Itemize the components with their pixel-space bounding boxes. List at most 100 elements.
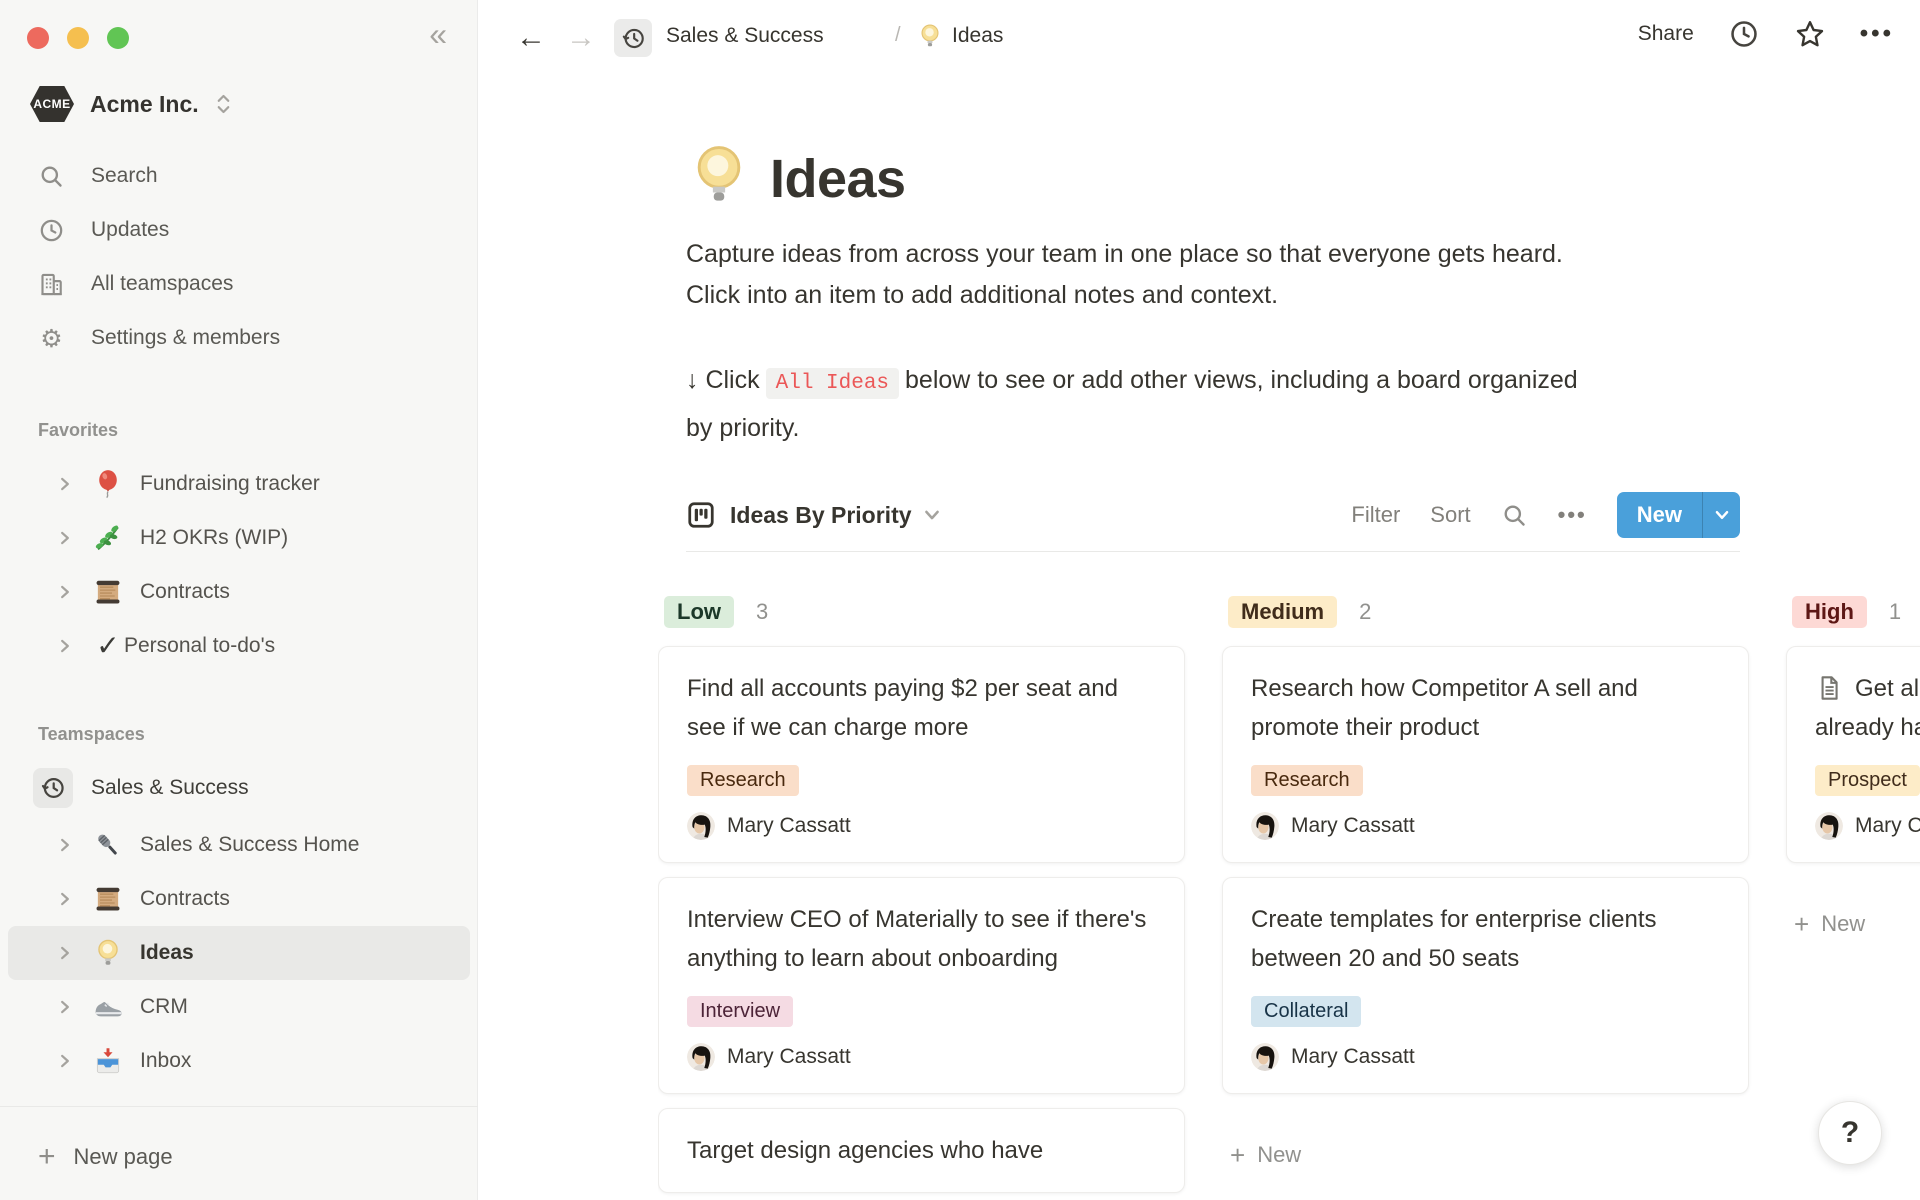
card-title: Create templates for enterprise clients … bbox=[1251, 900, 1720, 978]
microphone-icon bbox=[92, 829, 124, 861]
view-name[interactable]: Ideas By Priority bbox=[730, 502, 912, 529]
board-card[interactable]: Create templates for enterprise clients … bbox=[1222, 877, 1749, 1094]
chevron-right-icon[interactable] bbox=[56, 890, 74, 908]
inbox-tray-icon bbox=[92, 1045, 124, 1077]
favorite-star-icon[interactable] bbox=[1794, 18, 1826, 50]
tag-badge: Research bbox=[1251, 765, 1363, 796]
add-card-button[interactable]: + New bbox=[1786, 911, 1865, 937]
column-header-low[interactable]: Low 3 bbox=[658, 592, 1185, 632]
help-button[interactable]: ? bbox=[1818, 1101, 1882, 1165]
clock-arrow-icon bbox=[620, 25, 647, 52]
topbar: ← → Sales & Success / Ideas Share ••• bbox=[478, 0, 1920, 76]
scroll-icon bbox=[92, 883, 124, 915]
card-assignee: Mary Cassatt bbox=[1251, 1043, 1720, 1071]
board-column-medium: Medium 2 Research how Competitor A sell … bbox=[1222, 592, 1749, 1200]
sidebar-item-ideas[interactable]: Ideas bbox=[8, 926, 470, 980]
sidebar-item-contracts-favorite[interactable]: Contracts bbox=[8, 565, 470, 619]
sidebar-item-crm[interactable]: CRM bbox=[8, 980, 470, 1034]
sort-button[interactable]: Sort bbox=[1430, 502, 1470, 528]
new-button-dropdown[interactable] bbox=[1702, 492, 1740, 538]
sidebar-item-inbox[interactable]: Inbox bbox=[8, 1034, 470, 1088]
chevron-right-icon[interactable] bbox=[56, 944, 74, 962]
toolbar-divider bbox=[686, 551, 1740, 552]
avatar bbox=[687, 1043, 715, 1071]
search-icon[interactable] bbox=[1501, 502, 1528, 529]
column-header-medium[interactable]: Medium 2 bbox=[1222, 592, 1749, 632]
plus-icon: + bbox=[1794, 911, 1809, 937]
collapse-sidebar-icon[interactable]: « bbox=[429, 18, 447, 50]
share-button[interactable]: Share bbox=[1638, 22, 1694, 46]
view-options-icon[interactable]: ••• bbox=[1558, 502, 1587, 528]
status-badge[interactable]: Low bbox=[664, 596, 734, 628]
favorites-section-label: Favorites bbox=[38, 420, 118, 441]
sidebar-item-h2-okrs[interactable]: H2 OKRs (WIP) bbox=[8, 511, 470, 565]
sidebar-footer-divider bbox=[0, 1106, 478, 1107]
sidebar-item-updates[interactable]: Updates bbox=[0, 203, 478, 257]
sidebar-item-all-teamspaces[interactable]: All teamspaces bbox=[0, 257, 478, 311]
chevron-right-icon[interactable] bbox=[56, 583, 74, 601]
sidebar-item-sales-success-home[interactable]: Sales & Success Home bbox=[8, 818, 470, 872]
breadcrumb-teamspace-icon[interactable] bbox=[614, 19, 652, 57]
board-card[interactable]: Find all accounts paying $2 per seat and… bbox=[658, 646, 1185, 863]
chevron-right-icon[interactable] bbox=[56, 475, 74, 493]
breadcrumb-teamspace[interactable]: Sales & Success bbox=[666, 24, 824, 48]
tag-badge: Research bbox=[687, 765, 799, 796]
sidebar-item-contracts[interactable]: Contracts bbox=[8, 872, 470, 926]
more-options-icon[interactable]: ••• bbox=[1860, 20, 1894, 48]
sidebar-item-settings-members[interactable]: ⚙ Settings & members bbox=[0, 311, 478, 365]
minimize-window-button[interactable] bbox=[67, 27, 89, 49]
close-window-button[interactable] bbox=[27, 27, 49, 49]
board-column-low: Low 3 Find all accounts paying $2 per se… bbox=[658, 592, 1185, 1200]
favorites-list: Fundraising tracker H2 OKRs (WIP) Contra… bbox=[0, 457, 478, 673]
sidebar-menu: Search Updates All teamspaces ⚙ Settings… bbox=[0, 149, 478, 365]
back-arrow-icon[interactable]: ← bbox=[516, 21, 546, 55]
topbar-actions: Share ••• bbox=[1638, 18, 1894, 50]
clock-icon bbox=[38, 217, 65, 244]
card-assignee: Mary Cassatt bbox=[687, 1043, 1156, 1071]
page-title: Ideas bbox=[770, 148, 906, 210]
workspace-switcher[interactable]: ACME Acme Inc. bbox=[30, 86, 232, 122]
filter-button[interactable]: Filter bbox=[1351, 502, 1400, 528]
tag-badge: Collateral bbox=[1251, 996, 1361, 1027]
forward-arrow-icon[interactable]: → bbox=[566, 21, 596, 55]
chevron-down-icon[interactable] bbox=[922, 505, 942, 525]
chevron-right-icon[interactable] bbox=[56, 637, 74, 655]
chevron-right-icon[interactable] bbox=[56, 998, 74, 1016]
building-icon bbox=[38, 271, 65, 298]
plus-icon: + bbox=[1230, 1142, 1245, 1168]
balloon-icon bbox=[92, 468, 124, 500]
teamspace-icon-badge bbox=[33, 768, 73, 808]
sidebar-item-personal-todos[interactable]: ✓ Personal to-do's bbox=[8, 619, 470, 673]
board-card[interactable]: Get all already ha Prospect Mary C bbox=[1786, 646, 1920, 863]
new-page-button[interactable]: + New page bbox=[0, 1130, 478, 1184]
card-title: Target design agencies who have bbox=[687, 1131, 1156, 1170]
board-card[interactable]: Research how Competitor A sell and promo… bbox=[1222, 646, 1749, 863]
column-count: 3 bbox=[756, 599, 768, 625]
page-history-clock-icon[interactable] bbox=[1728, 18, 1760, 50]
chevron-right-icon[interactable] bbox=[56, 529, 74, 547]
sidebar-item-search[interactable]: Search bbox=[0, 149, 478, 203]
tip-prefix: ↓ Click bbox=[686, 366, 760, 394]
breadcrumb-page[interactable]: Ideas bbox=[952, 24, 1003, 48]
new-button[interactable]: New bbox=[1617, 492, 1740, 538]
light-bulb-icon bbox=[92, 937, 124, 969]
column-header-high[interactable]: High 1 bbox=[1786, 592, 1920, 632]
sidebar-item-sales-success-teamspace[interactable]: Sales & Success bbox=[0, 761, 478, 815]
teamspace-pages: Sales & Success Home Contracts Ideas CRM… bbox=[0, 818, 478, 1088]
sneaker-icon bbox=[92, 991, 124, 1023]
avatar bbox=[1251, 1043, 1279, 1071]
view-toolbar: Ideas By Priority Filter Sort ••• New bbox=[686, 490, 1740, 540]
sidebar-item-fundraising-tracker[interactable]: Fundraising tracker bbox=[8, 457, 470, 511]
avatar bbox=[1815, 812, 1843, 840]
status-badge[interactable]: Medium bbox=[1228, 596, 1337, 628]
column-count: 1 bbox=[1889, 599, 1901, 625]
zoom-window-button[interactable] bbox=[107, 27, 129, 49]
chevron-right-icon[interactable] bbox=[56, 836, 74, 854]
add-card-button[interactable]: + New bbox=[1222, 1142, 1301, 1168]
page-tip: ↓ ClickAll Ideasbelow to see or add othe… bbox=[686, 358, 1786, 451]
chevron-right-icon[interactable] bbox=[56, 1052, 74, 1070]
board-card[interactable]: Target design agencies who have bbox=[658, 1108, 1185, 1193]
board-card[interactable]: Interview CEO of Materially to see if th… bbox=[658, 877, 1185, 1094]
page-icon-light-bulb[interactable] bbox=[684, 140, 754, 210]
status-badge[interactable]: High bbox=[1792, 596, 1867, 628]
